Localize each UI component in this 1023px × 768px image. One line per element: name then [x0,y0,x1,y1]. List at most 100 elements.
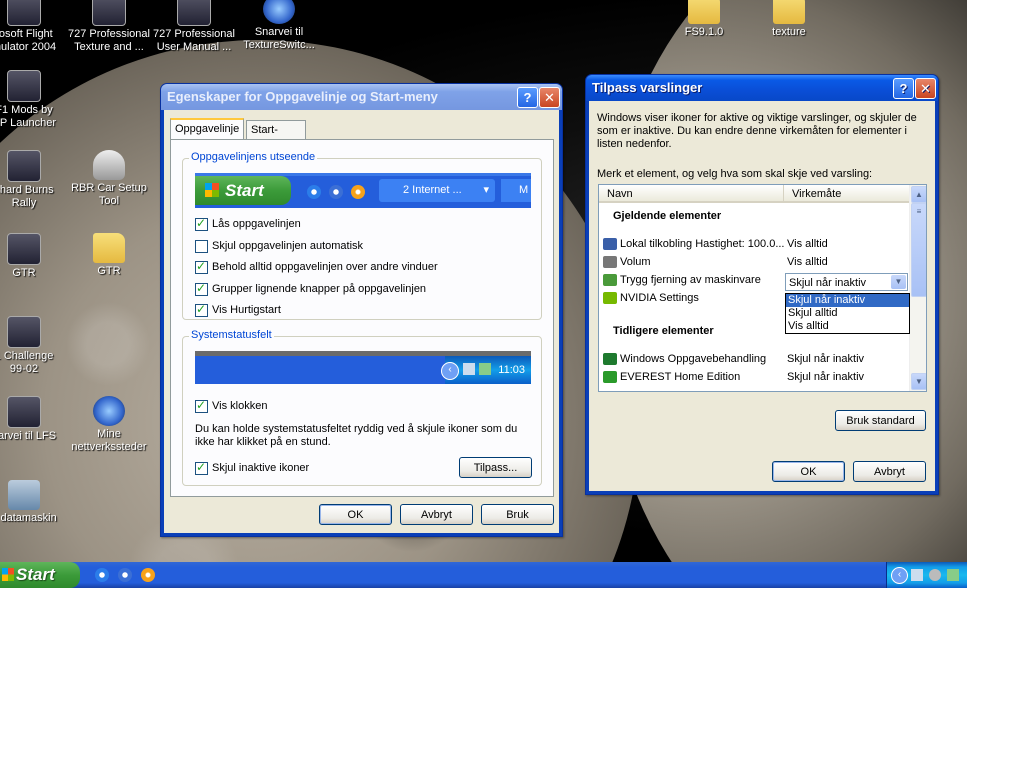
desktop-icon[interactable]: Snarvei til TextureSwitc... [235,0,323,52]
desktop-icon-label: 1 Challenge 99-02 [0,350,54,375]
desktop-icon[interactable]: texture [745,0,833,39]
tab-oppgavelinje[interactable]: Oppgavelinje [170,118,244,139]
hide-inactive-checkbox[interactable]: Skjul inaktive ikoner [195,460,310,476]
tray-preview: ‹ 11:03 [195,351,531,384]
ok-button[interactable]: OK [772,461,845,482]
game-icon [7,70,41,102]
expand-tray-icon[interactable]: ‹ [891,567,908,584]
desktop-icon[interactable]: F1 Mods by DP Launcher [0,70,68,130]
desktop-icon-label: narvei til LFS [0,430,57,442]
checkbox-box [195,216,208,231]
pc-icon [8,480,40,510]
window-title: Egenskaper for Oppgavelinje og Start-men… [167,89,438,104]
safely-remove-icon[interactable] [947,569,959,581]
desktop-icon[interactable]: rosoft Flight mulator 2004 [0,0,68,54]
customize-button[interactable]: Tilpass... [459,457,532,478]
preview-start-label: Start [225,181,264,200]
hide-inactive-label: Skjul inaktive ikoner [212,462,310,474]
list-item[interactable]: Windows Oppgavebehandling Skjul når inakt… [599,350,909,368]
start-button[interactable]: Start [0,562,80,588]
item-behavior: Skjul når inaktiv [787,353,865,365]
desktop-icon-label: GTR [12,267,36,279]
column-header-behavior[interactable]: Virkemåte [784,185,910,203]
desktop-icon[interactable]: narvei til LFS [0,396,68,443]
dropdown-option[interactable]: Skjul når inaktiv [786,294,909,307]
item-name: Lokal tilkobling Hastighet: 100.0... [620,238,785,250]
group-header-previous: Tidligere elementer [599,322,714,340]
desktop-icon-label: n datamaskin [0,512,57,524]
close-icon[interactable]: ✕ [915,78,936,99]
ie-icon[interactable] [95,568,109,582]
media-player-icon [351,185,365,199]
dropdown-option[interactable]: Vis alltid [786,320,909,333]
media-player-icon[interactable] [141,568,155,582]
list-scrollbar[interactable]: ▲ ≡ ▼ [909,185,926,391]
tab-panel: Oppgavelinjens utseende Start 2 Internet… [170,139,554,497]
taskbar-option-checkbox[interactable]: Lås oppgavelinjen [195,216,301,232]
taskbar-option-checkbox[interactable]: Skjul oppgavelinjen automatisk [195,239,363,254]
dropdown-option[interactable]: Skjul alltid [786,307,909,320]
desktop-icon[interactable]: chard Burns Rally [0,150,68,210]
checkbox-box [195,398,208,413]
desktop-icon[interactable]: 1 Challenge 99-02 [0,316,68,376]
desktop-icon[interactable]: FS9.1.0 [660,0,748,39]
list-item[interactable]: Volum Vis alltid [599,253,909,271]
notifications-titlebar[interactable]: Tilpass varslinger ? ✕ [586,75,938,101]
checkbox-box [195,239,208,253]
column-header-name[interactable]: Navn [599,185,784,203]
instruction-text: Merk et element, og velg hva som skal sk… [597,168,873,180]
item-name: Windows Oppgavebehandling [620,353,767,365]
desktop-icon[interactable]: n datamaskin [0,480,68,525]
volume-icon[interactable] [929,569,941,581]
help-icon[interactable]: ? [517,87,538,108]
appearance-group: Oppgavelinjens utseende Start 2 Internet… [182,151,542,320]
outlook-icon [329,185,343,199]
taskbar-option-checkbox[interactable]: Vis Hurtigstart [195,302,281,318]
show-clock-checkbox[interactable]: Vis klokken [195,398,267,414]
list-item[interactable]: EVEREST Home Edition Skjul når inaktiv [599,368,909,386]
taskbar-preview: Start 2 Internet ... ▾ M [195,173,531,208]
ok-button[interactable]: OK [319,504,392,525]
desktop-icon-label: F1 Mods by DP Launcher [0,104,56,129]
description-text: Windows viser ikoner for aktive og vikti… [597,112,917,150]
item-icon [603,371,617,384]
taskbar-properties-titlebar[interactable]: Egenskaper for Oppgavelinje og Start-men… [161,84,562,110]
desktop-icon[interactable]: 727 Professional User Manual ... [150,0,238,54]
restore-defaults-button[interactable]: Bruk standard [835,410,926,431]
help-icon[interactable]: ? [893,78,914,99]
desktop-icon-label: chard Burns Rally [0,184,54,209]
desktop-icon[interactable]: Mine nettverkssteder [65,396,153,454]
game-icon [7,316,41,348]
net-icon [93,396,125,426]
taskbar-option-checkbox[interactable]: Behold alltid oppgavelinjen over andre v… [195,259,438,275]
cancel-button[interactable]: Avbryt [400,504,473,525]
scroll-down-icon[interactable]: ▼ [911,373,926,390]
customize-notifications-window: Tilpass varslinger ? ✕ Windows viser iko… [585,74,939,495]
checkbox-label: Lås oppgavelinjen [212,218,301,230]
network-icon[interactable] [911,569,923,581]
chevron-down-icon[interactable]: ▼ [891,275,906,289]
apply-button[interactable]: Bruk [481,504,554,525]
taskbar-option-checkbox[interactable]: Grupper lignende knapper på oppgavelinje… [195,281,426,297]
desktop-icon-label: 727 Professional Texture and ... [68,28,150,53]
desktop-icon[interactable]: 727 Professional Texture and ... [65,0,153,54]
group-label-appearance: Oppgavelinjens utseende [189,151,318,163]
windows-logo-icon [205,183,219,197]
desktop-icon[interactable]: GTR [65,233,153,278]
list-item[interactable]: Lokal tilkobling Hastighet: 100.0... Vis … [599,235,909,253]
folder-icon [93,233,125,263]
preview-task-button: 2 Internet ... ▾ [379,179,495,202]
scroll-up-icon[interactable]: ▲ [911,186,926,203]
window-title: Tilpass varslinger [592,80,703,95]
behavior-dropdown-list[interactable]: Skjul når inaktiv Skjul alltid Vis alltid [785,293,910,334]
close-icon[interactable]: ✕ [539,87,560,108]
desktop: rosoft Flight mulator 2004 727 Profession… [0,0,967,588]
behavior-combobox[interactable]: Skjul når inaktiv ▼ [785,273,908,291]
cancel-button[interactable]: Avbryt [853,461,926,482]
desktop-icon[interactable]: GTR [0,233,68,280]
desktop-icon[interactable]: RBR Car Setup Tool [65,150,153,208]
outlook-icon[interactable] [118,568,132,582]
tab-start-meny[interactable]: Start-meny [246,120,306,155]
checkbox-label: Behold alltid oppgavelinjen over andre v… [212,261,438,273]
scroll-thumb[interactable]: ≡ [911,203,926,297]
